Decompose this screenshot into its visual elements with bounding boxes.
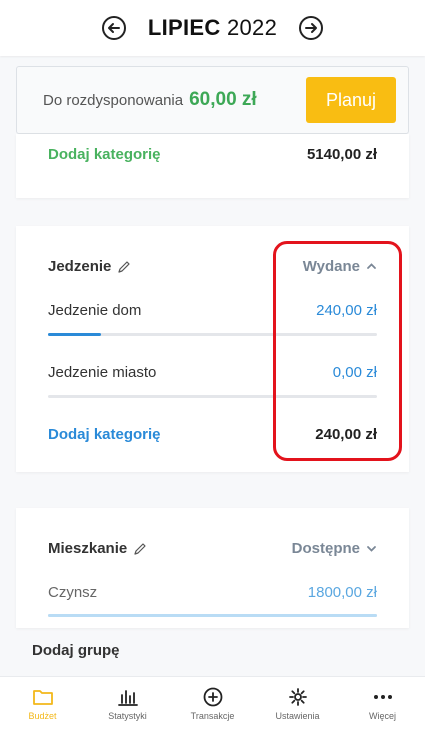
- category-name: Jedzenie dom: [48, 302, 142, 319]
- folder-icon: [32, 690, 53, 705]
- housing-group-card: Mieszkanie Dostępne Czynsz 1800,00 zł: [16, 508, 409, 628]
- add-group-link[interactable]: Dodaj grupę: [32, 642, 120, 659]
- month-name: LIPIEC: [147, 15, 221, 40]
- add-category-link[interactable]: Dodaj kategorię: [48, 146, 161, 163]
- nav-label: Więcej: [368, 711, 396, 721]
- available-amount: 60,00 zł: [189, 89, 257, 110]
- plus-circle-icon: [203, 687, 222, 707]
- next-month-button[interactable]: [299, 16, 324, 40]
- category-progress-fill: [48, 614, 377, 617]
- gear-icon: [288, 688, 307, 706]
- pencil-icon[interactable]: [117, 260, 131, 274]
- category-amount[interactable]: 1800,00 zł: [308, 584, 377, 601]
- more-icon: [373, 695, 392, 699]
- group-title-text: Jedzenie: [48, 258, 112, 275]
- nav-transactions[interactable]: Transakcje: [170, 677, 255, 733]
- nav-label: Transakcje: [190, 711, 235, 721]
- nav-settings[interactable]: Ustawienia: [255, 677, 340, 733]
- month-header: LIPIEC 2022: [0, 0, 425, 56]
- month-title: LIPIEC 2022: [148, 15, 277, 41]
- bottom-navigation: Budżet Statystyki Transakcje Ustawienia …: [0, 676, 425, 733]
- available-toggle[interactable]: Dostępne: [292, 540, 377, 557]
- nav-label: Statystyki: [108, 711, 147, 721]
- nav-statistics[interactable]: Statystyki: [85, 677, 170, 733]
- previous-month-button[interactable]: [101, 16, 126, 40]
- available-budget-bar: Do rozdysponowania 60,00 zł Planuj: [16, 66, 409, 134]
- nav-budget[interactable]: Budżet: [0, 677, 85, 733]
- bar-chart-icon: [117, 690, 138, 706]
- group-total: 5140,00 zł: [306, 146, 377, 163]
- nav-more[interactable]: Więcej: [340, 677, 425, 733]
- nav-label: Ustawienia: [275, 711, 320, 721]
- category-name: Czynsz: [48, 584, 98, 601]
- group-title: Mieszkanie: [48, 540, 147, 557]
- nav-label: Budżet: [28, 711, 57, 721]
- highlight-annotation: [273, 241, 402, 461]
- available-label: Do rozdysponowania: [43, 91, 184, 109]
- arrow-left-icon: [107, 23, 120, 33]
- category-name: Jedzenie miasto: [48, 364, 157, 381]
- pencil-icon[interactable]: [133, 542, 147, 556]
- add-category-link[interactable]: Dodaj kategorię: [48, 426, 161, 443]
- group-title-text: Mieszkanie: [48, 540, 128, 557]
- arrow-right-icon: [305, 23, 318, 33]
- category-progress-fill: [48, 333, 101, 336]
- category-row[interactable]: Czynsz 1800,00 zł: [48, 584, 377, 601]
- previous-group-card: Dodaj kategorię 5140,00 zł: [16, 134, 409, 198]
- chevron-down-icon: [367, 546, 376, 552]
- available-toggle-label: Dostępne: [291, 540, 360, 557]
- plan-button[interactable]: Planuj: [306, 77, 396, 123]
- month-year: 2022: [226, 15, 278, 40]
- category-progress-bar: [48, 614, 377, 617]
- group-title: Jedzenie: [48, 258, 131, 275]
